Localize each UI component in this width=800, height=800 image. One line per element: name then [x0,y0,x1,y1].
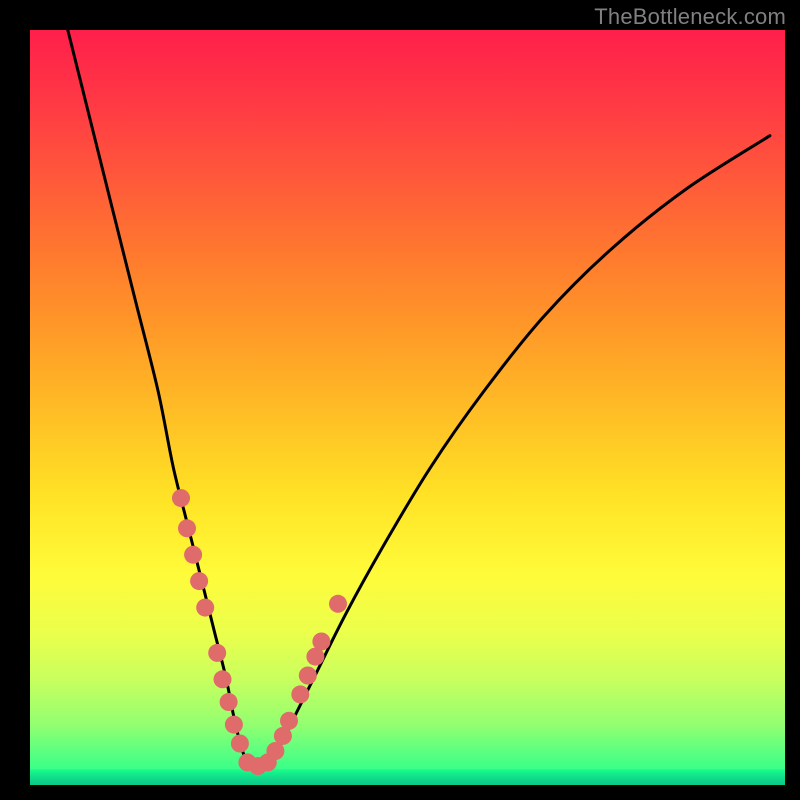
highlight-dot [329,595,347,613]
highlight-dot [178,519,196,537]
highlight-dot [291,685,309,703]
highlight-dot [220,693,238,711]
highlight-dot [172,489,190,507]
curve-group [68,30,770,768]
highlight-dot [208,644,226,662]
chart-frame: TheBottleneck.com [0,0,800,800]
highlight-dot [280,712,298,730]
highlight-dot [312,633,330,651]
watermark-text: TheBottleneck.com [594,4,786,30]
bottleneck-curve [68,30,770,768]
highlight-dot [225,716,243,734]
highlight-dot [184,546,202,564]
highlight-dot [190,572,208,590]
chart-svg [30,30,785,785]
highlight-dot [231,735,249,753]
highlight-dot [299,667,317,685]
highlight-dots-group [172,489,347,775]
highlight-dot [214,670,232,688]
highlight-dot [196,599,214,617]
